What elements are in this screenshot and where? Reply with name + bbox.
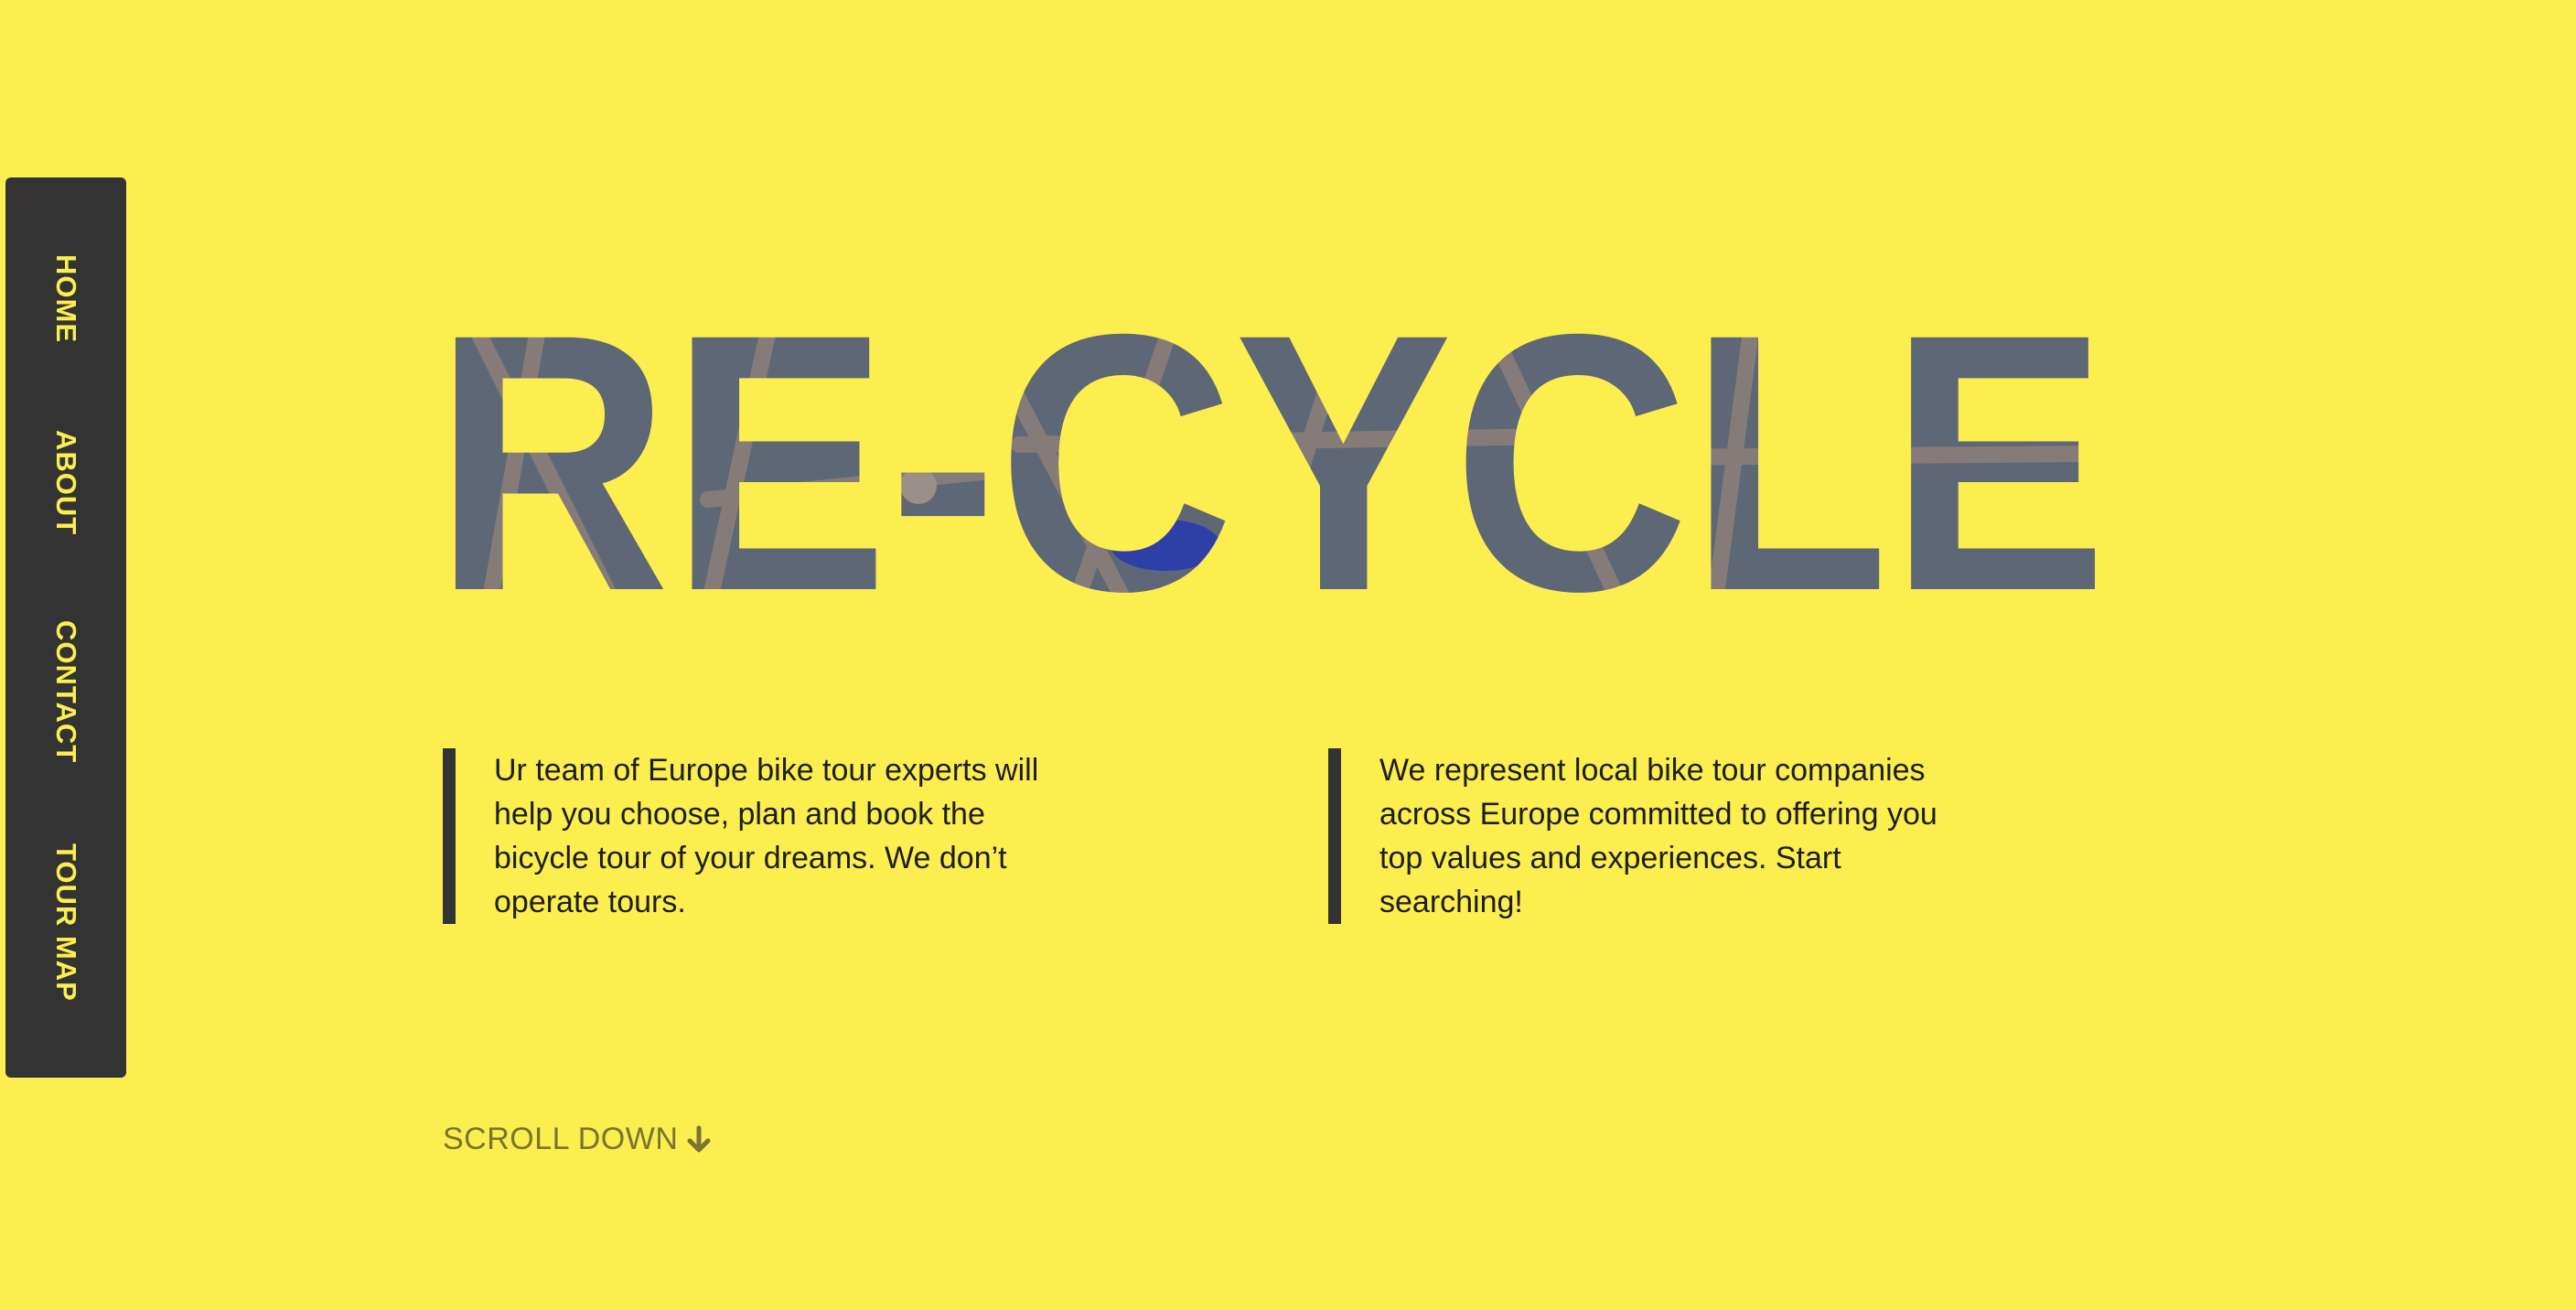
arrow-down-icon (687, 1125, 711, 1152)
hero-title-graphic: RE-CYCLE (434, 262, 2108, 609)
nav-item-tour-map[interactable]: TOUR MAP (5, 843, 126, 1017)
intro-text-left: Ur team of Europe bike tour experts will… (443, 748, 1046, 924)
intro-text-right: We represent local bike tour companies a… (1328, 748, 1969, 924)
scroll-down-link[interactable]: SCROLL DOWN (443, 1122, 713, 1157)
scroll-down-label: SCROLL DOWN (443, 1122, 679, 1156)
sidebar-nav: HOME ABOUT CONTACT TOUR MAP (5, 177, 126, 1078)
nav-item-contact[interactable]: CONTACT (5, 620, 126, 776)
nav-item-home[interactable]: HOME (5, 254, 126, 355)
page: HOME ABOUT CONTACT TOUR MAP RE-CYCLE (0, 0, 2576, 1310)
hero-title: RE-CYCLE (434, 262, 2108, 609)
nav-item-about[interactable]: ABOUT (5, 430, 126, 549)
